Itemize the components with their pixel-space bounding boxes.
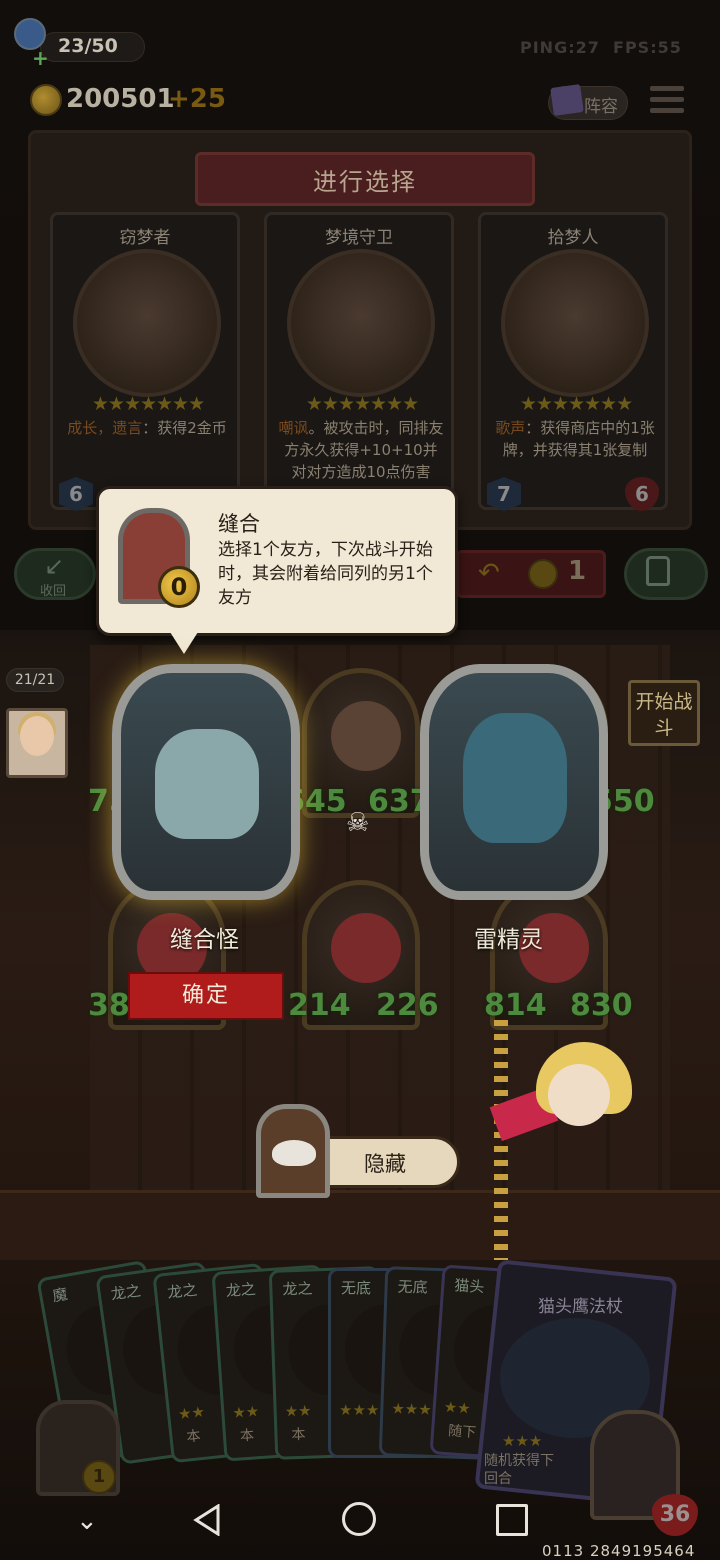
star-rating: ★★: [443, 1397, 472, 1418]
tooltip-body: 选择1个友方，下次战斗开始时，其会附着给同列的另1个友方: [218, 540, 433, 608]
return-arrow-icon: ↙: [44, 552, 65, 580]
gold-coin-icon: [30, 84, 62, 116]
home-icon[interactable]: [342, 1502, 376, 1536]
menu-icon[interactable]: [650, 86, 684, 118]
skull-icon: ☠: [346, 808, 370, 838]
gold-delta: +25: [168, 84, 226, 114]
heal-plus-icon: +: [32, 46, 49, 70]
gold-amount: 200501: [66, 84, 175, 114]
chevron-down-icon[interactable]: ⌄: [76, 1506, 98, 1536]
card-portrait: [73, 249, 221, 397]
hand-card-title: 猫头: [453, 1276, 485, 1297]
refresh-cost: 1: [568, 556, 587, 586]
featured-card-text: 随机获得下回合: [484, 1453, 554, 1487]
unit-name: 雷精灵: [474, 927, 543, 953]
choice-card-3[interactable]: 拾梦人 ★★★★★★★ 歌声：获得商店中的1张牌，并获得其1张复制 7 6: [478, 212, 668, 511]
lock-icon: [646, 556, 670, 586]
card-description: 嘲讽。被攻击时，同排友方永久获得+10+10并对对方造成10点伤害: [278, 419, 444, 481]
card-portrait: [287, 249, 435, 397]
star-rating: ★★★: [391, 1399, 433, 1419]
spell-cost: 0: [158, 566, 200, 608]
featured-card-title: 猫头鹰法杖: [538, 1297, 623, 1317]
health-counter: 23/50: [58, 35, 118, 57]
lineup-label: 阵容: [584, 97, 618, 117]
unit-stat: 214: [288, 988, 351, 1023]
card-portrait: [501, 249, 649, 397]
fps-label: FPS:55: [613, 38, 682, 57]
start-battle-button[interactable]: 开始战斗: [628, 680, 700, 746]
hand-card-text: 本: [291, 1426, 306, 1444]
tooltip-pointer: [170, 632, 198, 654]
choice-card-1[interactable]: 窃梦者 ★★★★★★★ 成长，遗言：获得2金币 6: [50, 212, 240, 511]
card-name: 拾梦人: [547, 228, 599, 248]
star-rating: ★★: [284, 1401, 312, 1421]
return-label: 收回: [40, 584, 67, 599]
hand-card-title: 龙之: [166, 1280, 199, 1302]
health-badge: 6: [625, 477, 659, 511]
hand-card-text: 本: [239, 1427, 255, 1445]
card-description: 成长，遗言：获得2金币: [67, 419, 227, 437]
network-stats: PING:27 FPS:55: [520, 38, 682, 57]
sprite-art: [463, 713, 567, 843]
shop-cost: 1: [82, 1460, 116, 1494]
attack-badge: 6: [59, 477, 93, 511]
unit-stat: 226: [376, 988, 439, 1023]
bookshelf-ledge: [0, 1190, 720, 1260]
book-icon: [550, 84, 584, 116]
confirm-button[interactable]: 确定: [128, 972, 284, 1020]
stitch-monster-card[interactable]: [112, 664, 300, 900]
card-description: 歌声：获得商店中的1张牌，并获得其1张复制: [495, 419, 655, 459]
hand-card-text: 本: [185, 1428, 202, 1446]
opponent-health: 21/21: [6, 668, 64, 692]
hand-card-text: 随下: [447, 1423, 477, 1442]
recents-icon[interactable]: [496, 1504, 528, 1536]
card-name: 窃梦者: [119, 228, 171, 248]
star-rating: ★★: [177, 1402, 206, 1424]
back-icon[interactable]: [192, 1504, 222, 1536]
monster-art: [155, 729, 259, 839]
hero-face: [20, 716, 54, 756]
tooltip-title: 缝合: [218, 512, 260, 536]
hand-card-title: 龙之: [225, 1280, 257, 1301]
hide-label: 隐藏: [364, 1152, 406, 1176]
star-rating: ★★: [231, 1402, 260, 1422]
unit-stat: 814: [484, 988, 547, 1023]
thunder-sprite-card[interactable]: [420, 664, 608, 900]
star-rating: ★★★★★★★: [91, 393, 205, 415]
ping-label: PING:27: [520, 38, 600, 57]
star-rating: ★★★: [339, 1401, 380, 1419]
hand-card-title: 无底: [397, 1277, 428, 1297]
refresh-icon: ↶: [478, 558, 500, 588]
mask-icon: [272, 1140, 316, 1166]
star-rating: ★★★: [502, 1432, 543, 1450]
fairy-companion: [548, 1064, 610, 1126]
hand-card-title: 魔: [51, 1284, 69, 1306]
build-version: 0113 2849195464: [542, 1542, 696, 1560]
refresh-coin-icon: [528, 559, 558, 589]
star-rating: ★★★★★★★: [519, 393, 633, 415]
hand-card-title: 龙之: [109, 1281, 142, 1304]
selection-title: 进行选择: [313, 168, 417, 196]
unit-stat: 830: [570, 988, 633, 1023]
card-name: 梦境守卫: [325, 228, 393, 248]
unit-stat: 38: [88, 988, 130, 1023]
unit-name: 缝合怪: [170, 927, 239, 953]
hand-card-title: 龙之: [282, 1279, 313, 1299]
choice-card-2[interactable]: 梦境守卫 ★★★★★★★ 嘲讽。被攻击时，同排友方永久获得+10+10并对对方造…: [264, 212, 454, 510]
hand-card-title: 无底: [341, 1279, 372, 1297]
star-rating: ★★★★★★★: [305, 393, 419, 415]
attack-badge: 7: [487, 477, 521, 511]
